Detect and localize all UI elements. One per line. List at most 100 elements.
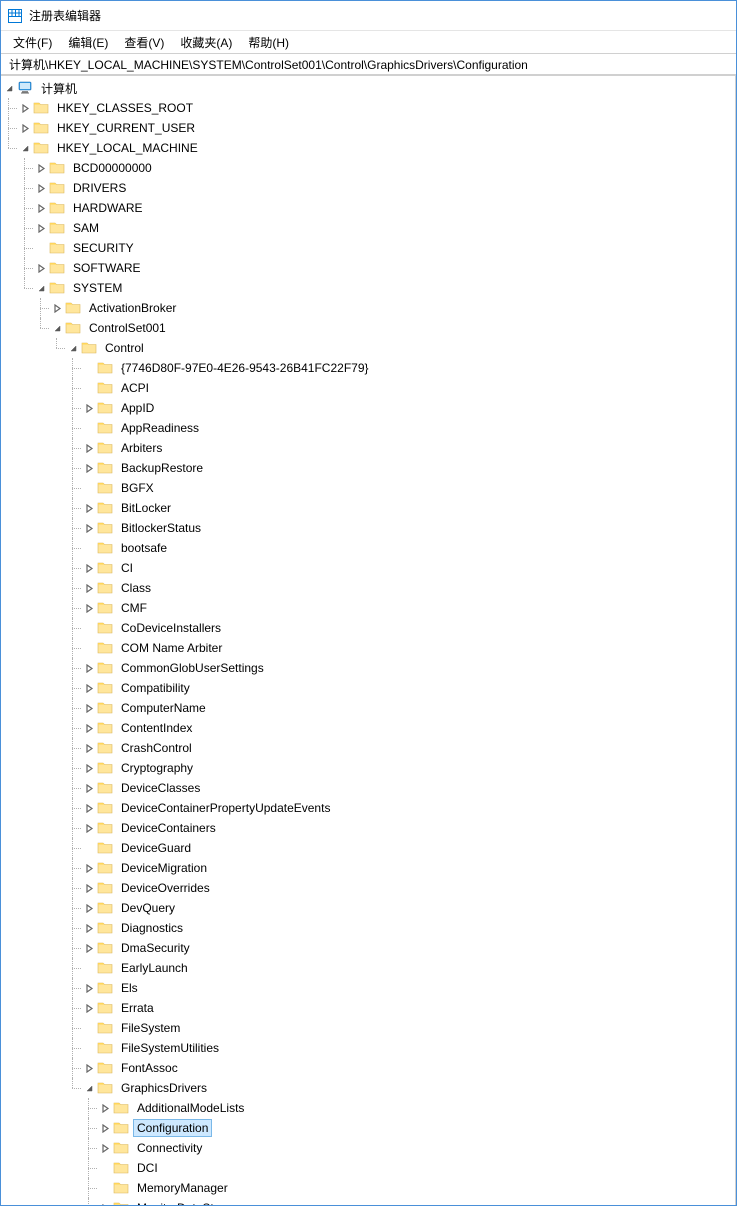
tree-item-label[interactable]: SECURITY [69, 239, 138, 257]
tree-item[interactable]: Cryptography [1, 758, 735, 778]
expander-closed-icon[interactable] [81, 820, 97, 836]
tree-item-label[interactable]: DeviceContainerPropertyUpdateEvents [117, 799, 334, 817]
tree-item[interactable]: FileSystem [1, 1018, 735, 1038]
expander-closed-icon[interactable] [81, 440, 97, 456]
expander-closed-icon[interactable] [33, 160, 49, 176]
tree-item-label[interactable]: SOFTWARE [69, 259, 145, 277]
expander-open-icon[interactable] [81, 1080, 97, 1096]
tree-item[interactable]: FontAssoc [1, 1058, 735, 1078]
expander-closed-icon[interactable] [81, 700, 97, 716]
tree-item[interactable]: Control [1, 338, 735, 358]
tree-item[interactable]: DeviceMigration [1, 858, 735, 878]
tree-item[interactable]: HKEY_CLASSES_ROOT [1, 98, 735, 118]
tree-item[interactable]: SAM [1, 218, 735, 238]
tree-item[interactable]: EarlyLaunch [1, 958, 735, 978]
menu-edit[interactable]: 编辑(E) [60, 32, 116, 53]
tree-item[interactable]: Compatibility [1, 678, 735, 698]
tree-item-label[interactable]: Els [117, 979, 142, 997]
tree-item-label[interactable]: GraphicsDrivers [117, 1079, 211, 1097]
tree-item[interactable]: DeviceOverrides [1, 878, 735, 898]
tree-item[interactable]: BCD00000000 [1, 158, 735, 178]
tree-item-label[interactable]: AdditionalModeLists [133, 1099, 248, 1117]
expander-closed-icon[interactable] [33, 200, 49, 216]
expander-closed-icon[interactable] [81, 880, 97, 896]
tree-item[interactable]: DeviceContainers [1, 818, 735, 838]
tree-item-label[interactable]: CommonGlobUserSettings [117, 659, 268, 677]
tree-item[interactable]: MonitorDataStore [1, 1198, 735, 1205]
tree-item[interactable]: COM Name Arbiter [1, 638, 735, 658]
expander-open-icon[interactable] [33, 280, 49, 296]
tree-item-label[interactable]: Configuration [133, 1119, 212, 1137]
tree-item-label[interactable]: Cryptography [117, 759, 197, 777]
expander-closed-icon[interactable] [81, 860, 97, 876]
tree-item-label[interactable]: BitLocker [117, 499, 175, 517]
tree-item-label[interactable]: Class [117, 579, 155, 597]
expander-closed-icon[interactable] [81, 760, 97, 776]
pane-divider[interactable] [735, 76, 736, 1205]
expander-closed-icon[interactable] [81, 580, 97, 596]
expander-closed-icon[interactable] [81, 740, 97, 756]
tree-item-label[interactable]: DeviceGuard [117, 839, 195, 857]
expander-closed-icon[interactable] [81, 500, 97, 516]
expander-closed-icon[interactable] [97, 1120, 113, 1136]
tree-item-label[interactable]: CrashControl [117, 739, 196, 757]
tree-item[interactable]: Arbiters [1, 438, 735, 458]
expander-closed-icon[interactable] [17, 120, 33, 136]
tree-item[interactable]: DeviceGuard [1, 838, 735, 858]
expander-open-icon[interactable] [17, 140, 33, 156]
tree-item[interactable]: DRIVERS [1, 178, 735, 198]
tree-item[interactable]: DeviceClasses [1, 778, 735, 798]
tree-item[interactable]: DCI [1, 1158, 735, 1178]
tree-item[interactable]: SYSTEM [1, 278, 735, 298]
tree-item-label[interactable]: HKEY_CURRENT_USER [53, 119, 199, 137]
expander-closed-icon[interactable] [81, 460, 97, 476]
tree-item-label[interactable]: SAM [69, 219, 103, 237]
tree-item[interactable]: FileSystemUtilities [1, 1038, 735, 1058]
tree-item[interactable]: BitLocker [1, 498, 735, 518]
tree-item-label[interactable]: BackupRestore [117, 459, 207, 477]
expander-closed-icon[interactable] [81, 400, 97, 416]
tree-item[interactable]: DevQuery [1, 898, 735, 918]
expander-closed-icon[interactable] [81, 560, 97, 576]
tree-item-label[interactable]: DCI [133, 1159, 162, 1177]
tree-item-label[interactable]: DeviceContainers [117, 819, 220, 837]
tree-item-label[interactable]: Errata [117, 999, 158, 1017]
expander-open-icon[interactable] [1, 80, 17, 96]
tree-item[interactable]: ContentIndex [1, 718, 735, 738]
expander-closed-icon[interactable] [49, 300, 65, 316]
expander-closed-icon[interactable] [33, 180, 49, 196]
tree-item-label[interactable]: MemoryManager [133, 1179, 232, 1197]
expander-closed-icon[interactable] [81, 520, 97, 536]
expander-closed-icon[interactable] [97, 1200, 113, 1205]
tree-item[interactable]: SECURITY [1, 238, 735, 258]
expander-closed-icon[interactable] [97, 1140, 113, 1156]
expander-closed-icon[interactable] [81, 600, 97, 616]
tree-item[interactable]: 计算机 [1, 78, 735, 98]
tree-item-label[interactable]: {7746D80F-97E0-4E26-9543-26B41FC22F79} [117, 359, 373, 377]
tree-item[interactable]: ACPI [1, 378, 735, 398]
tree-item-label[interactable]: EarlyLaunch [117, 959, 192, 977]
tree-item-label[interactable]: HARDWARE [69, 199, 147, 217]
tree-item[interactable]: DmaSecurity [1, 938, 735, 958]
tree-item-label[interactable]: HKEY_CLASSES_ROOT [53, 99, 197, 117]
address-input[interactable] [7, 56, 730, 72]
tree-item[interactable]: ActivationBroker [1, 298, 735, 318]
menu-file[interactable]: 文件(F) [5, 32, 60, 53]
tree-item-label[interactable]: bootsafe [117, 539, 171, 557]
tree-item-label[interactable]: CI [117, 559, 137, 577]
tree-item[interactable]: Configuration [1, 1118, 735, 1138]
tree-item-label[interactable]: AppReadiness [117, 419, 203, 437]
tree-item-label[interactable]: AppID [117, 399, 158, 417]
tree-item-label[interactable]: DeviceClasses [117, 779, 204, 797]
tree-item-label[interactable]: SYSTEM [69, 279, 126, 297]
tree-item[interactable]: Diagnostics [1, 918, 735, 938]
tree-item-label[interactable]: Diagnostics [117, 919, 187, 937]
tree-item-label[interactable]: DeviceMigration [117, 859, 211, 877]
tree-item[interactable]: AppID [1, 398, 735, 418]
tree-item[interactable]: BackupRestore [1, 458, 735, 478]
expander-closed-icon[interactable] [81, 680, 97, 696]
tree-item-label[interactable]: BCD00000000 [69, 159, 156, 177]
tree-item-label[interactable]: DevQuery [117, 899, 179, 917]
tree-item[interactable]: Connectivity [1, 1138, 735, 1158]
tree-item[interactable]: SOFTWARE [1, 258, 735, 278]
